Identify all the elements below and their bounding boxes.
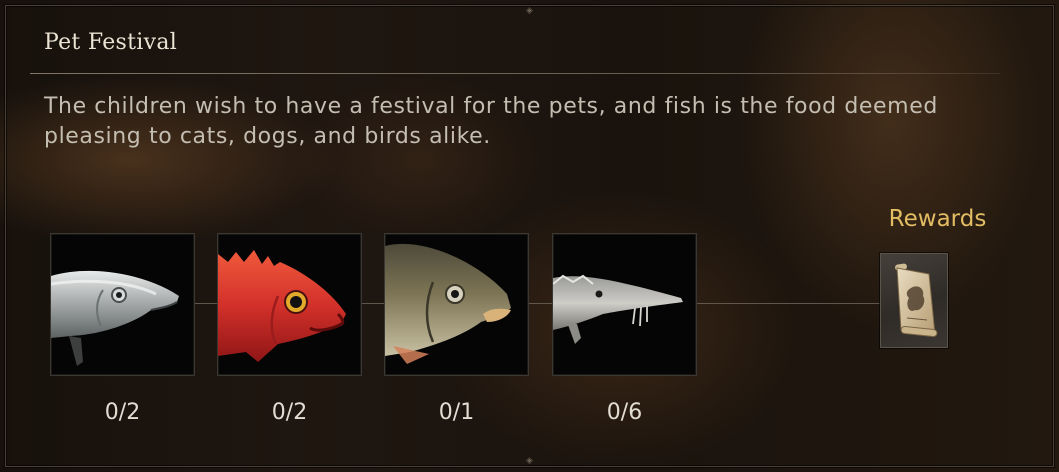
reward-slot-1[interactable] xyxy=(880,253,948,348)
quest-title: Pet Festival xyxy=(44,30,178,55)
requirement-count-2: 0/2 xyxy=(271,400,308,425)
sturgeon-icon xyxy=(553,274,683,344)
title-divider xyxy=(30,73,1000,74)
silver-fish-icon xyxy=(51,270,179,366)
treasure-map-scroll-icon xyxy=(895,263,938,338)
frame-ornament-icon: ◈ xyxy=(526,456,533,466)
quest-description: The children wish to have a festival for… xyxy=(44,94,938,149)
requirement-count-1: 0/2 xyxy=(104,400,141,425)
requirement-count-3: 0/1 xyxy=(438,400,475,425)
requirement-count-4: 0/6 xyxy=(606,400,643,425)
requirement-slot-2[interactable] xyxy=(217,233,362,376)
requirement-slot-4[interactable] xyxy=(552,233,697,376)
bronze-fish-icon xyxy=(385,243,511,364)
requirement-slot-3[interactable] xyxy=(384,233,529,376)
rewards-heading: Rewards xyxy=(888,206,987,232)
quest-panel: ◈ ◈ Pet Festival The children wish to ha… xyxy=(0,0,1059,472)
requirement-slot-1[interactable] xyxy=(50,233,195,376)
frame-ornament-icon: ◈ xyxy=(526,6,533,16)
red-fish-icon xyxy=(218,250,346,362)
